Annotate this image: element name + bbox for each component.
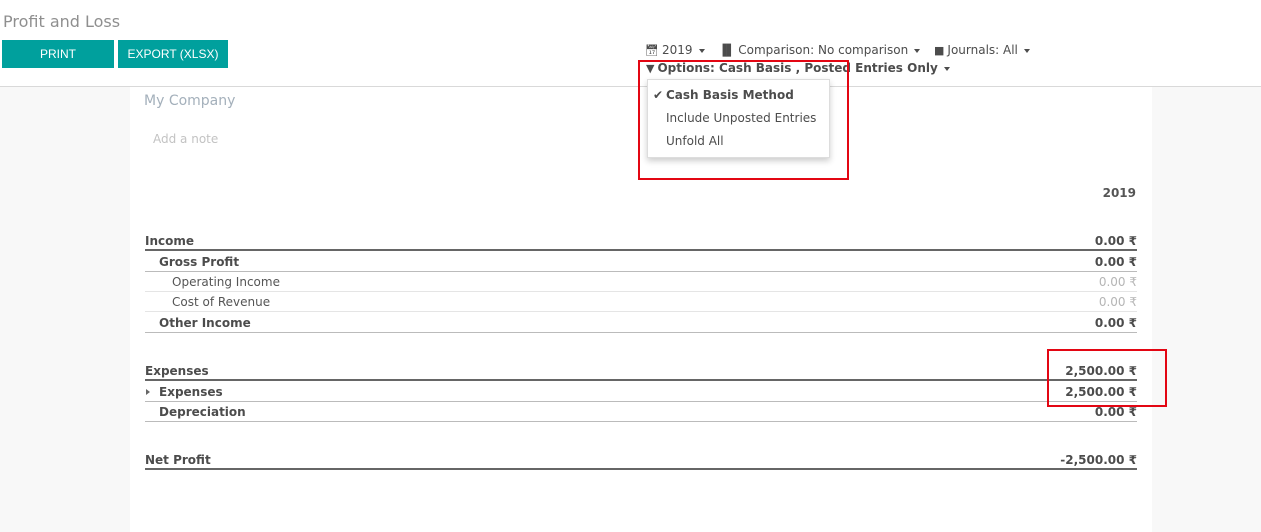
row-value: 0.00 ₹: [1098, 275, 1137, 289]
row-label: Income: [145, 234, 195, 248]
report-row-gross-profit[interactable]: Gross Profit 0.00 ₹: [145, 252, 1137, 272]
row-value: 0.00 ₹: [1094, 234, 1137, 248]
book-icon: ■: [934, 44, 945, 57]
row-label: Operating Income: [172, 275, 280, 289]
filter-icon: ▼: [646, 62, 655, 75]
menu-item-unfold-all[interactable]: Unfold All: [666, 134, 724, 148]
menu-item-cash-basis-method[interactable]: ✔ Cash Basis Method: [653, 88, 794, 102]
report-row-income[interactable]: Income 0.00 ₹: [145, 231, 1137, 251]
row-value: 2,500.00 ₹: [1065, 385, 1137, 399]
date-filter-label: 2019: [661, 43, 693, 57]
print-preview-button[interactable]: PRINT PREVIEW: [2, 40, 114, 89]
row-label: Expenses: [159, 385, 223, 399]
right-margin: [1152, 87, 1261, 532]
row-label: Cost of Revenue: [172, 295, 271, 309]
options-filter-label: Options: Cash Basis , Posted Entries Onl…: [657, 61, 938, 75]
report-row-cost-of-revenue[interactable]: Cost of Revenue 0.00 ₹: [145, 292, 1137, 312]
report-row-net-profit[interactable]: Net Profit -2,500.00 ₹: [145, 450, 1137, 470]
row-label: Other Income: [159, 316, 251, 330]
options-dropdown-menu: ✔ Cash Basis Method Include Unposted Entr…: [647, 79, 830, 158]
filters-bar: 📅︎ 2019 ▐▌ Comparison: No comparison ■ Jour…: [645, 43, 1040, 57]
bar-chart-icon: ▐▌: [718, 44, 736, 57]
report-row-depreciation[interactable]: Depreciation 0.00 ₹: [145, 402, 1137, 422]
column-header-2019: 2019: [1102, 186, 1136, 200]
checkmark-icon: ✔: [653, 88, 664, 102]
row-value: 0.00 ₹: [1098, 295, 1137, 309]
report-row-expenses-total[interactable]: Expenses 2,500.00 ₹: [145, 361, 1137, 381]
journals-filter-label: Journals: All: [947, 43, 1018, 57]
comparison-filter-label: Comparison: No comparison: [738, 43, 909, 57]
caret-right-icon[interactable]: [146, 389, 150, 395]
left-margin: [0, 87, 130, 532]
report-row-expenses[interactable]: Expenses 2,500.00 ₹: [145, 382, 1137, 402]
caret-down-icon: [698, 48, 705, 53]
row-value: 2,500.00 ₹: [1065, 364, 1137, 378]
journals-filter[interactable]: ■ Journals: All: [934, 43, 1030, 57]
calendar-icon: 📅︎: [645, 44, 659, 57]
row-value: 0.00 ₹: [1094, 405, 1137, 419]
menu-item-label: Unfold All: [666, 134, 724, 148]
menu-item-label: Cash Basis Method: [666, 88, 794, 102]
row-label: Net Profit: [145, 453, 211, 467]
page-title: Profit and Loss: [3, 12, 121, 31]
row-value: -2,500.00 ₹: [1060, 453, 1137, 467]
control-panel: Profit and Loss PRINT PREVIEW EXPORT (XL…: [0, 0, 1261, 89]
export-xlsx-button[interactable]: EXPORT (XLSX): [118, 40, 228, 68]
caret-down-icon: [914, 48, 921, 53]
company-name: My Company: [144, 93, 236, 109]
date-filter[interactable]: 📅︎ 2019: [645, 43, 705, 57]
caret-down-icon: [943, 66, 950, 71]
menu-item-include-unposted-entries[interactable]: Include Unposted Entries: [666, 111, 816, 125]
caret-down-icon: [1023, 48, 1030, 53]
report-row-other-income[interactable]: Other Income 0.00 ₹: [145, 313, 1137, 333]
report-row-operating-income[interactable]: Operating Income 0.00 ₹: [145, 272, 1137, 292]
report-sheet: My Company Add a note 2019 Income 0.00 ₹…: [130, 87, 1152, 532]
row-value: 0.00 ₹: [1094, 316, 1137, 330]
menu-item-label: Include Unposted Entries: [666, 111, 817, 125]
row-label: Depreciation: [159, 405, 246, 419]
row-label: Expenses: [145, 364, 209, 378]
add-note-field[interactable]: Add a note: [153, 132, 218, 146]
comparison-filter[interactable]: ▐▌ Comparison: No comparison: [718, 43, 921, 57]
row-value: 0.00 ₹: [1094, 255, 1137, 269]
options-filter[interactable]: ▼ Options: Cash Basis , Posted Entries On…: [646, 61, 950, 75]
row-label: Gross Profit: [159, 255, 240, 269]
